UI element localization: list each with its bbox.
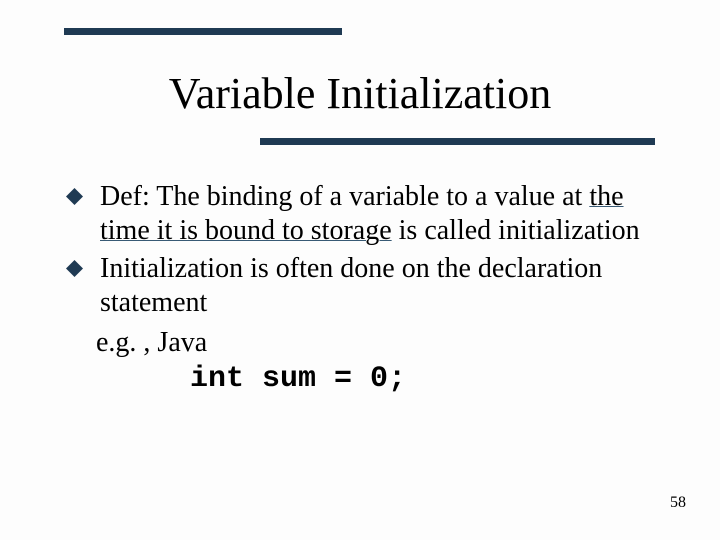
diamond-bullet-icon: [66, 188, 83, 205]
slide-title: Variable Initialization: [0, 68, 720, 119]
title-rule-bottom: [260, 138, 655, 145]
code-example: int sum = 0;: [66, 360, 660, 399]
bullet-item: Initialization is often done on the decl…: [66, 252, 660, 320]
bullet-text-pre: Initialization is often done on the decl…: [100, 253, 602, 318]
bullet-text-post: is called initialization: [392, 215, 640, 246]
example-label: e.g. , Java: [66, 325, 660, 360]
title-rule-top: [64, 28, 342, 35]
bullet-text-pre: Def: The binding of a variable to a valu…: [100, 181, 589, 212]
bullet-item: Def: The binding of a variable to a valu…: [66, 180, 660, 248]
page-number: 58: [670, 494, 686, 512]
slide-content: Def: The binding of a variable to a valu…: [66, 180, 660, 399]
diamond-bullet-icon: [66, 260, 83, 277]
